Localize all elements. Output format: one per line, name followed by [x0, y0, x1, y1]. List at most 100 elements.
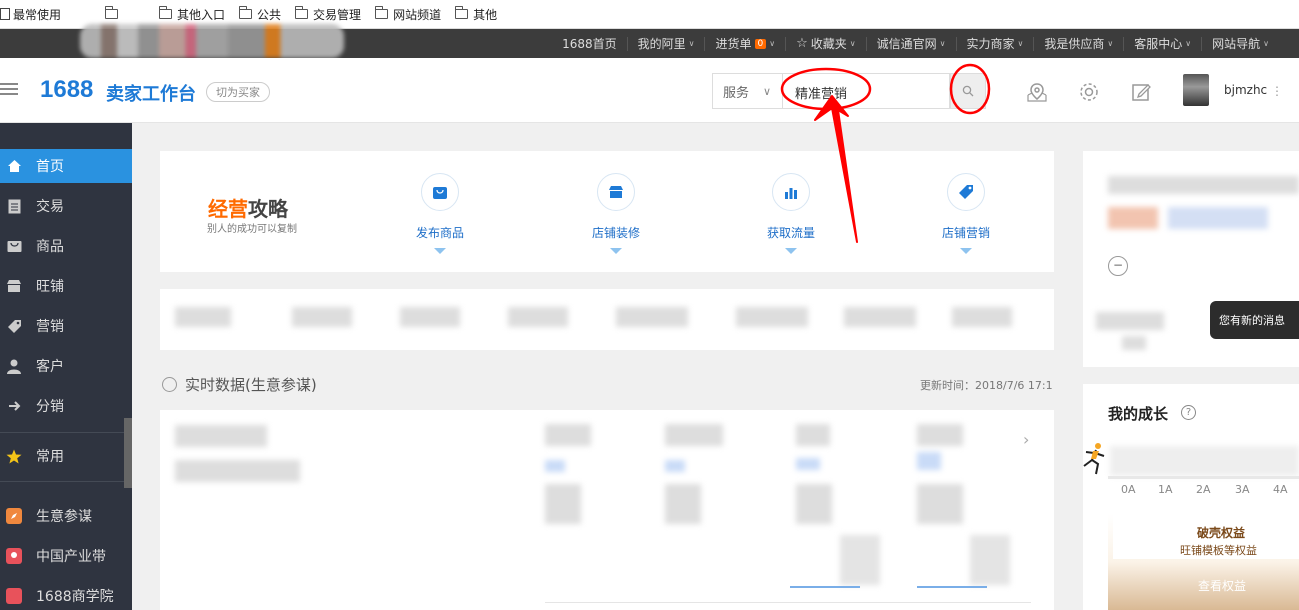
- growth-level-label: 1A: [1158, 483, 1173, 496]
- topnav-home[interactable]: 1688首页: [552, 37, 627, 51]
- sidebar-item-business-advisor[interactable]: 生意参谋: [0, 499, 132, 533]
- divider: [545, 602, 1031, 603]
- view-benefits-button[interactable]: 查看权益: [1198, 577, 1246, 594]
- folder-icon: [455, 6, 469, 19]
- topnav-label: 网站导航: [1212, 37, 1261, 51]
- folder-icon: [159, 6, 173, 19]
- topnav-label: 实力商家: [966, 37, 1015, 51]
- sidebar-item-label: 分销: [36, 399, 64, 415]
- quick-link-store-marketing[interactable]: 店铺营销: [921, 173, 1011, 254]
- chevron-down-icon: ∨: [769, 39, 776, 48]
- sidebar-item-common[interactable]: 常用: [0, 439, 132, 473]
- topnav-favorites[interactable]: ☆ 收藏夹 ∨: [785, 36, 866, 51]
- chevron-right-icon[interactable]: ›: [1023, 430, 1029, 449]
- topnav-my-alibaba[interactable]: 我的阿里 ∨: [626, 36, 705, 51]
- topnav-strong-merchant[interactable]: 实力商家 ∨: [955, 36, 1034, 51]
- avatar[interactable]: [1183, 74, 1209, 106]
- sidebar-item-store[interactable]: 旺铺: [0, 269, 132, 303]
- search-icon: [962, 85, 974, 97]
- compass-icon: [6, 508, 22, 524]
- sidebar-item-home[interactable]: 首页: [0, 149, 132, 183]
- page-icon: [0, 8, 10, 20]
- quick-link-publish-product[interactable]: 发布商品: [395, 173, 485, 254]
- username[interactable]: bjmzhc: [1224, 83, 1267, 97]
- redacted-badge: [1108, 207, 1158, 229]
- sidebar-item-marketing[interactable]: 营销: [0, 309, 132, 343]
- menu-toggle-icon[interactable]: [0, 83, 18, 95]
- search-category-label: 服务: [723, 85, 750, 101]
- cart-count-badge: 0: [754, 38, 767, 49]
- growth-level-label: 3A: [1235, 483, 1250, 496]
- bookmark-public[interactable]: 公共: [239, 6, 281, 23]
- sidebar-item-label: 商品: [36, 239, 64, 255]
- more-icon[interactable]: ⋮: [1271, 84, 1283, 98]
- sidebar: 首页 交易 商品 旺铺 营销 客户 分销 常用 生意参谋 中国产业带 1688商…: [0, 123, 132, 610]
- new-message-tooltip[interactable]: 您有新的消息: [1210, 301, 1299, 339]
- sidebar-item-label: 1688商学院: [36, 589, 114, 605]
- sidebar-item-distribution[interactable]: 分销: [0, 389, 132, 423]
- quick-link-label: 店铺营销: [941, 226, 990, 240]
- search-category-select[interactable]: 服务 ∨: [712, 73, 782, 109]
- sidebar-item-label: 旺铺: [36, 279, 64, 295]
- topnav-chengxintong[interactable]: 诚信通官网 ∨: [865, 36, 956, 51]
- quick-link-store-decoration[interactable]: 店铺装修: [571, 173, 661, 254]
- folder-icon: [295, 6, 309, 19]
- sidebar-item-products[interactable]: 商品: [0, 229, 132, 263]
- search-button[interactable]: [950, 73, 986, 109]
- redacted-value: [545, 424, 591, 446]
- bookmark-item[interactable]: [105, 6, 123, 19]
- help-icon[interactable]: ?: [1181, 405, 1196, 420]
- sidebar-item-label: 常用: [36, 449, 64, 465]
- chevron-down-icon: ∨: [763, 84, 772, 98]
- location-icon[interactable]: [1026, 81, 1048, 103]
- sidebar-item-trade[interactable]: 交易: [0, 189, 132, 223]
- switch-to-buyer-button[interactable]: 切为买家: [206, 82, 270, 102]
- guide-title: 经营攻略: [208, 193, 288, 222]
- redacted-stat: [175, 307, 231, 327]
- bookmark-most-used[interactable]: 最常使用: [0, 6, 61, 23]
- caret-down-icon: [960, 248, 972, 254]
- search-input[interactable]: 精准营销: [782, 73, 950, 109]
- sidebar-item-customers[interactable]: 客户: [0, 349, 132, 383]
- growth-title: 我的成长: [1108, 405, 1169, 423]
- redacted-badge: [1168, 207, 1268, 229]
- topnav-service-center[interactable]: 客服中心 ∨: [1123, 36, 1201, 51]
- update-time: 更新时间：2018/7/6 17:1: [920, 379, 1053, 392]
- logo[interactable]: 1688: [40, 76, 93, 104]
- academy-icon: [6, 588, 22, 604]
- shopping-bag-icon: [421, 173, 459, 211]
- edit-icon[interactable]: [1130, 81, 1152, 103]
- topnav-label: 进货单: [715, 37, 752, 51]
- topnav-supplier[interactable]: 我是供应商 ∨: [1033, 36, 1123, 51]
- bookmark-other[interactable]: 其他: [455, 6, 497, 23]
- bookmark-label: 交易管理: [313, 7, 362, 22]
- quick-link-label: 获取流量: [766, 226, 815, 240]
- redacted-stat: [952, 307, 1012, 327]
- benefit-subtitle: 旺铺模板等权益: [1180, 544, 1257, 557]
- tag-icon: [6, 318, 22, 334]
- bookmark-other-entry[interactable]: 其他入口: [159, 6, 225, 23]
- sidebar-divider: [0, 481, 124, 482]
- sidebar-item-label: 首页: [36, 159, 64, 175]
- gear-icon[interactable]: [1078, 81, 1100, 103]
- redacted-stat: [508, 307, 568, 327]
- collapse-icon[interactable]: −: [1108, 256, 1128, 276]
- sidebar-item-industry-belt[interactable]: 中国产业带: [0, 539, 132, 573]
- sidebar-item-academy[interactable]: 1688商学院: [0, 579, 132, 610]
- quick-link-get-traffic[interactable]: 获取流量: [746, 173, 836, 254]
- bookmark-label: 公共: [257, 7, 282, 22]
- bookmark-label: 网站频道: [393, 7, 442, 22]
- sidebar-scrollbar[interactable]: [124, 418, 132, 488]
- redacted-value: [665, 484, 701, 524]
- topnav-site-nav[interactable]: 网站导航 ∨: [1201, 36, 1279, 51]
- redacted-stat: [736, 307, 808, 327]
- topnav-label: 收藏夹: [810, 37, 847, 51]
- bookmark-label: 最常使用: [13, 7, 62, 22]
- topnav-label: 客服中心: [1134, 37, 1183, 51]
- bookmark-trade-management[interactable]: 交易管理: [295, 6, 361, 23]
- bookmark-site-channel[interactable]: 网站频道: [375, 6, 441, 23]
- redacted-stat: [400, 307, 460, 327]
- chart-baseline: [917, 586, 987, 588]
- topnav-cart[interactable]: 进货单 0 ∨: [704, 36, 785, 51]
- topnav-label: 诚信通官网: [876, 37, 937, 51]
